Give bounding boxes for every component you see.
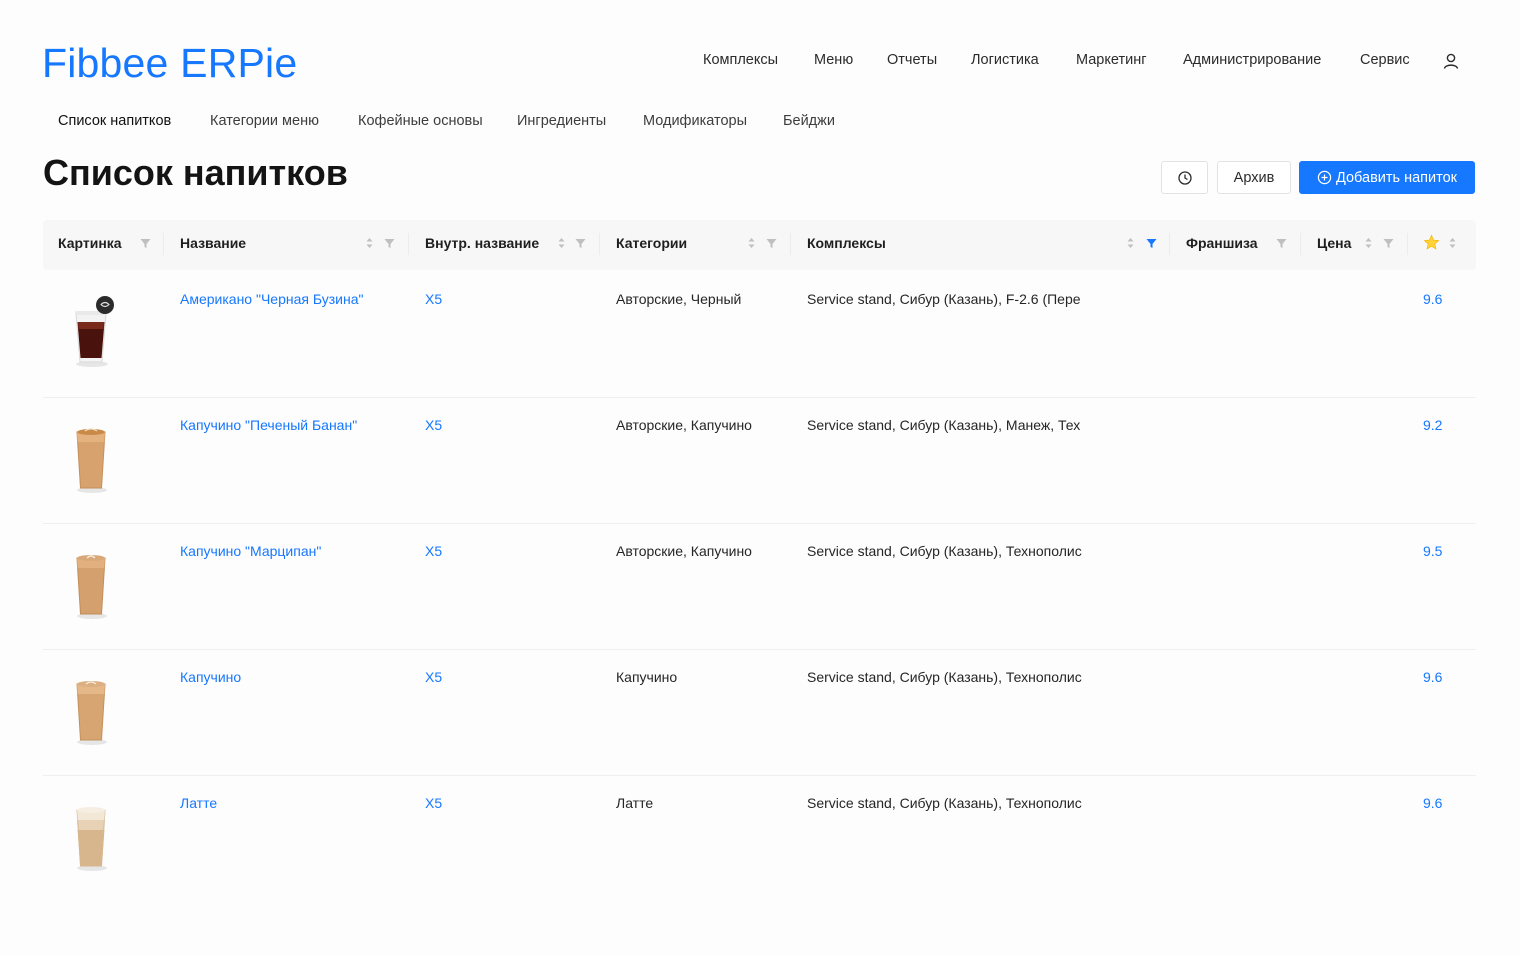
rating-value[interactable]: 9.6: [1423, 669, 1442, 685]
drink-name-link[interactable]: Капучино: [180, 669, 241, 685]
internal-name-link[interactable]: X5: [425, 669, 442, 685]
cappuccino-cup-image: [76, 428, 107, 493]
column-header-internal-name: Внутр. название: [425, 235, 540, 251]
sub-navigation: Список напитков Категории меню Кофейные …: [0, 113, 1520, 133]
filter-icon[interactable]: [384, 236, 395, 250]
plus-circle-icon: [1317, 170, 1332, 185]
clock-icon: [1177, 170, 1192, 185]
cappuccino-cup-image: [76, 681, 107, 745]
user-icon[interactable]: [1442, 52, 1460, 70]
column-divider: [408, 233, 409, 255]
subnav-item-drinks-list[interactable]: Список напитков: [58, 113, 171, 129]
filter-icon[interactable]: [1383, 236, 1394, 250]
drink-name-link[interactable]: Капучино "Печеный Банан": [180, 417, 357, 433]
column-header-image: Картинка: [58, 235, 122, 251]
subnav-item-badges[interactable]: Бейджи: [783, 113, 835, 129]
topnav-item-service[interactable]: Сервис: [1360, 52, 1410, 68]
filter-icon[interactable]: [575, 236, 586, 250]
rating-value[interactable]: 9.5: [1423, 543, 1442, 559]
topnav-item-logistics[interactable]: Логистика: [971, 52, 1039, 68]
column-header-complexes: Комплексы: [807, 235, 886, 251]
sort-icon[interactable]: [1447, 236, 1458, 250]
table-row[interactable]: Капучино "Марципан" X5 Авторские, Капучи…: [43, 524, 1476, 650]
column-divider: [1300, 233, 1301, 255]
cappuccino-cup-image: [76, 555, 107, 619]
table-row[interactable]: Капучино X5 Капучино Service stand, Сибу…: [43, 650, 1476, 776]
star-icon: [1423, 234, 1440, 250]
sort-icon[interactable]: [1125, 236, 1136, 250]
complexes-cell: Service stand, Сибур (Казань), Технополи…: [807, 669, 1082, 685]
subnav-item-coffee-bases[interactable]: Кофейные основы: [358, 113, 483, 129]
drink-name-link[interactable]: Латте: [180, 795, 217, 811]
subnav-item-modifiers[interactable]: Модификаторы: [643, 113, 747, 129]
column-header-franchise: Франшиза: [1186, 235, 1258, 251]
table-row[interactable]: Латте X5 Латте Service stand, Сибур (Каз…: [43, 776, 1476, 902]
add-drink-button[interactable]: Добавить напиток: [1299, 161, 1475, 194]
iced-americano-cup-image: [75, 296, 114, 367]
complexes-cell: Service stand, Сибур (Казань), Технополи…: [807, 543, 1082, 559]
table-row[interactable]: Американо "Черная Бузина" X5 Авторские, …: [43, 272, 1476, 398]
active-filter-icon[interactable]: [1146, 236, 1157, 250]
column-divider: [163, 233, 164, 255]
drink-name-link[interactable]: Капучино "Марципан": [180, 543, 321, 559]
topnav-item-menu[interactable]: Меню: [814, 52, 853, 68]
subnav-item-ingredients[interactable]: Ингредиенты: [517, 113, 606, 129]
sort-icon[interactable]: [746, 236, 757, 250]
topnav-item-administration[interactable]: Администрирование: [1183, 52, 1321, 68]
internal-name-link[interactable]: X5: [425, 417, 442, 433]
table-header: [43, 220, 1476, 270]
categories-cell: Авторские, Капучино: [616, 543, 752, 559]
internal-name-link[interactable]: X5: [425, 291, 442, 307]
topnav-item-complexes[interactable]: Комплексы: [703, 52, 778, 68]
filter-icon[interactable]: [766, 236, 777, 250]
sort-icon[interactable]: [1363, 236, 1374, 250]
rating-value[interactable]: 9.6: [1423, 795, 1442, 811]
column-divider: [790, 233, 791, 255]
table-row[interactable]: Капучино "Печеный Банан" X5 Авторские, К…: [43, 398, 1476, 524]
drink-name-link[interactable]: Американо "Черная Бузина": [180, 291, 363, 307]
column-divider: [1407, 233, 1408, 255]
add-drink-label: Добавить напиток: [1335, 169, 1458, 186]
column-header-price: Цена: [1317, 235, 1352, 251]
filter-icon[interactable]: [1276, 236, 1287, 250]
subnav-item-menu-categories[interactable]: Категории меню: [210, 113, 319, 129]
topnav-item-reports[interactable]: Отчеты: [887, 52, 937, 68]
rating-value[interactable]: 9.2: [1423, 417, 1442, 433]
categories-cell: Авторские, Черный: [616, 291, 742, 307]
categories-cell: Капучино: [616, 669, 678, 685]
archive-button[interactable]: Архив: [1217, 161, 1291, 194]
column-header-categories: Категории: [616, 235, 688, 251]
categories-cell: Латте: [616, 795, 654, 811]
column-header-name: Название: [180, 235, 247, 251]
top-navigation: Комплексы Меню Отчеты Логистика Маркетин…: [0, 52, 1520, 72]
history-button[interactable]: [1161, 161, 1208, 194]
page-title: Список напитков: [43, 152, 348, 193]
column-divider: [1169, 233, 1170, 255]
sort-icon[interactable]: [556, 236, 567, 250]
internal-name-link[interactable]: X5: [425, 795, 442, 811]
rating-value[interactable]: 9.6: [1423, 291, 1442, 307]
topnav-item-marketing[interactable]: Маркетинг: [1076, 52, 1147, 68]
sort-icon[interactable]: [364, 236, 375, 250]
complexes-cell: Service stand, Сибур (Казань), Манеж, Те…: [807, 417, 1081, 433]
complexes-cell: Service stand, Сибур (Казань), F-2.6 (Пе…: [807, 291, 1081, 307]
column-divider: [599, 233, 600, 255]
internal-name-link[interactable]: X5: [425, 543, 442, 559]
filter-icon[interactable]: [140, 236, 151, 250]
latte-cup-image: [76, 807, 107, 871]
categories-cell: Авторские, Капучино: [616, 417, 752, 433]
complexes-cell: Service stand, Сибур (Казань), Технополи…: [807, 795, 1082, 811]
